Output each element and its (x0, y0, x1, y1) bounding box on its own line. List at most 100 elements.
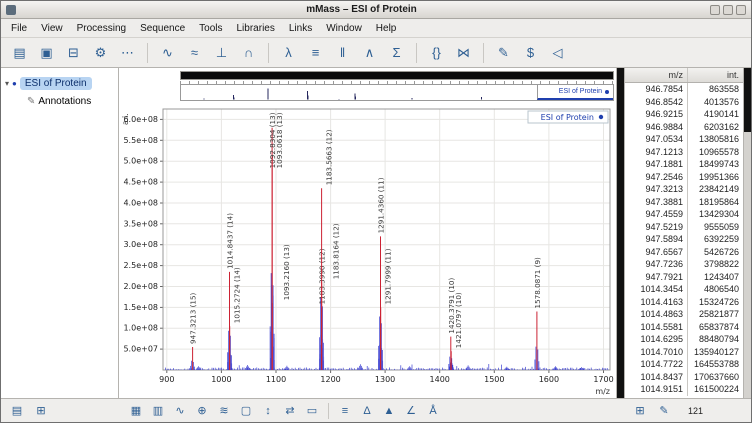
deconvolution-tool-button[interactable]: ‖ (330, 42, 355, 64)
peaklist-row[interactable]: 1014.486325821877 (625, 308, 743, 321)
peaklist-row[interactable]: 947.321323842149 (625, 183, 743, 196)
peaklist-row[interactable]: 947.52199555059 (625, 221, 743, 234)
menu-file[interactable]: File (4, 21, 34, 36)
baseline-tool-button[interactable]: ≈ (182, 42, 207, 64)
peaklist-row[interactable]: 947.72363798822 (625, 258, 743, 271)
peaklist-row[interactable]: 947.121310965578 (625, 146, 743, 159)
print-report-button[interactable]: ⊟ (61, 42, 86, 64)
spectrum-column: ESI of Protein 9001000110012001300140015… (119, 68, 616, 398)
peaklist-row[interactable]: 1014.8437170637660 (625, 371, 743, 384)
peaklist-scrollbar[interactable] (743, 68, 751, 398)
maximize-button[interactable] (723, 5, 733, 15)
spectrum-view-button[interactable]: ▤ (7, 402, 27, 420)
peaklist-row[interactable]: 1014.7010135940127 (625, 346, 743, 359)
peaklist-toolbar-buttons: ⊞✎ (630, 402, 674, 420)
overview-ruler[interactable] (119, 68, 616, 81)
compound-search-tool-button[interactable]: {} (424, 42, 449, 64)
menu-tools[interactable]: Tools (192, 21, 229, 36)
zoom-tool-button[interactable]: ⊕ (192, 402, 212, 420)
save-document-button[interactable]: ▣ (34, 42, 59, 64)
plot-vertical-scrollbar-thumb[interactable] (617, 68, 624, 398)
peaklist-view-button[interactable]: ⊞ (31, 402, 51, 420)
units-tool-button[interactable]: Å (423, 402, 443, 420)
svg-text:1291.7999 (11): 1291.7999 (11) (384, 248, 393, 304)
autoscale-y-button[interactable]: ↕ (258, 402, 278, 420)
peaklist-row[interactable]: 947.053413805816 (625, 133, 743, 146)
menu-processing[interactable]: Processing (70, 21, 133, 36)
svg-text:1093.0618 (13): 1093.0618 (13) (275, 112, 284, 168)
delta-labels-button[interactable]: Δ (357, 402, 377, 420)
close-button[interactable] (736, 5, 746, 15)
toggle-ruler-button[interactable]: ▥ (148, 402, 168, 420)
tree-item-annotations[interactable]: ✎ Annotations (1, 92, 118, 110)
peaklist-row[interactable]: 947.188118499743 (625, 158, 743, 171)
peak-picking-tool-button[interactable]: ⊥ (209, 42, 234, 64)
mmass-window: mMass – ESI of Protein FileViewProcessin… (0, 0, 752, 423)
peaklist-tool-button[interactable]: ≡ (303, 42, 328, 64)
profile-mode-button[interactable]: ∿ (170, 402, 190, 420)
peaklist-row[interactable]: 946.98846203162 (625, 121, 743, 134)
peaklist-row[interactable]: 947.79211243407 (625, 271, 743, 284)
peaklist-row[interactable]: 1014.9151161500224 (625, 383, 743, 396)
document-tree: ▾ ● ESI of Protein ✎ Annotations (1, 68, 119, 398)
tracker-tool-button[interactable]: ≋ (214, 402, 234, 420)
menu-libraries[interactable]: Libraries (230, 21, 282, 36)
formula-tool-button[interactable]: Σ (384, 42, 409, 64)
peaklist-row[interactable]: 947.388118195864 (625, 196, 743, 209)
label-peaks-button[interactable]: ≡ (335, 402, 355, 420)
add-annotation-button[interactable]: ⊞ (630, 402, 650, 420)
peaklist-row[interactable]: 947.65675426726 (625, 246, 743, 259)
notation-boxes-button[interactable]: ▢ (236, 402, 256, 420)
labels-tool-button[interactable]: λ (276, 42, 301, 64)
range-tool-button[interactable]: ▭ (302, 402, 322, 420)
svg-text:ESI of Protein: ESI of Protein (541, 113, 594, 122)
peaklist-row[interactable]: 946.85424013576 (625, 96, 743, 109)
notifications-tool-button[interactable]: ◁ (545, 42, 570, 64)
minimize-button[interactable] (710, 5, 720, 15)
menu-sequence[interactable]: Sequence (133, 21, 192, 36)
overview-strip[interactable]: ESI of Protein (180, 84, 614, 101)
plot-vertical-scrollbar[interactable] (616, 68, 624, 398)
peaklist-row[interactable]: 1014.7722164553788 (625, 358, 743, 371)
peaklist-row[interactable]: 1014.558165837874 (625, 321, 743, 334)
peaklist-scrollbar-thumb[interactable] (744, 68, 751, 132)
peaklist-row[interactable]: 946.7854863558 (625, 83, 743, 96)
peaklist-row[interactable]: 1014.416315324726 (625, 296, 743, 309)
sidebar-toolbar: ▤⊞ (1, 402, 120, 420)
peaklist-row[interactable]: 947.455913429304 (625, 208, 743, 221)
peaklist-header[interactable]: m/z int. (625, 68, 743, 83)
open-document-button[interactable]: ▤ (7, 42, 32, 64)
peaklist-row[interactable]: 947.254619951366 (625, 171, 743, 184)
spectrum-plot[interactable]: 900100011001200130014001500160017005.0e+… (119, 101, 616, 398)
peaklist-row[interactable]: 946.92154190141 (625, 108, 743, 121)
document-settings-button[interactable]: ⚙ (88, 42, 113, 64)
menu-help[interactable]: Help (369, 21, 404, 36)
angle-tool-button[interactable]: ∠ (401, 402, 421, 420)
monoisotopic-labels-button[interactable]: ▲ (379, 402, 399, 420)
peaklist-row[interactable]: 947.58946392259 (625, 233, 743, 246)
mass-calculator-tool-button[interactable]: $ (518, 42, 543, 64)
svg-text:1183.5663 (12): 1183.5663 (12) (325, 129, 334, 185)
sequence-tool-button[interactable]: ⋈ (451, 42, 476, 64)
tree-item-annotations-label: Annotations (38, 96, 91, 107)
toolbar-separator (147, 43, 148, 63)
overview-ruler-thumb[interactable] (180, 71, 614, 80)
smoothing-tool-button[interactable]: ∿ (155, 42, 180, 64)
menu-links[interactable]: Links (282, 21, 319, 36)
edit-annotation-button[interactable]: ✎ (654, 402, 674, 420)
deisotoping-tool-button[interactable]: ∩ (236, 42, 261, 64)
peaklist-header-int[interactable]: int. (687, 68, 743, 82)
tree-item-document[interactable]: ▾ ● ESI of Protein (1, 74, 118, 92)
peaklist-row[interactable]: 1014.629588480794 (625, 333, 743, 346)
more-tools-button[interactable]: ⋯ (115, 42, 140, 64)
peaklist-row[interactable]: 1014.34544806540 (625, 283, 743, 296)
toggle-grid-button[interactable]: ▦ (126, 402, 146, 420)
expander-icon[interactable]: ▾ (5, 79, 9, 88)
annotation-tool-button[interactable]: ✎ (491, 42, 516, 64)
peaklist-header-mz[interactable]: m/z (625, 68, 687, 82)
autoscale-x-button[interactable]: ⇄ (280, 402, 300, 420)
envelope-tool-button[interactable]: ∧ (357, 42, 382, 64)
overview-strip-svg[interactable] (181, 85, 537, 100)
menu-window[interactable]: Window (319, 21, 369, 36)
menu-view[interactable]: View (34, 21, 70, 36)
